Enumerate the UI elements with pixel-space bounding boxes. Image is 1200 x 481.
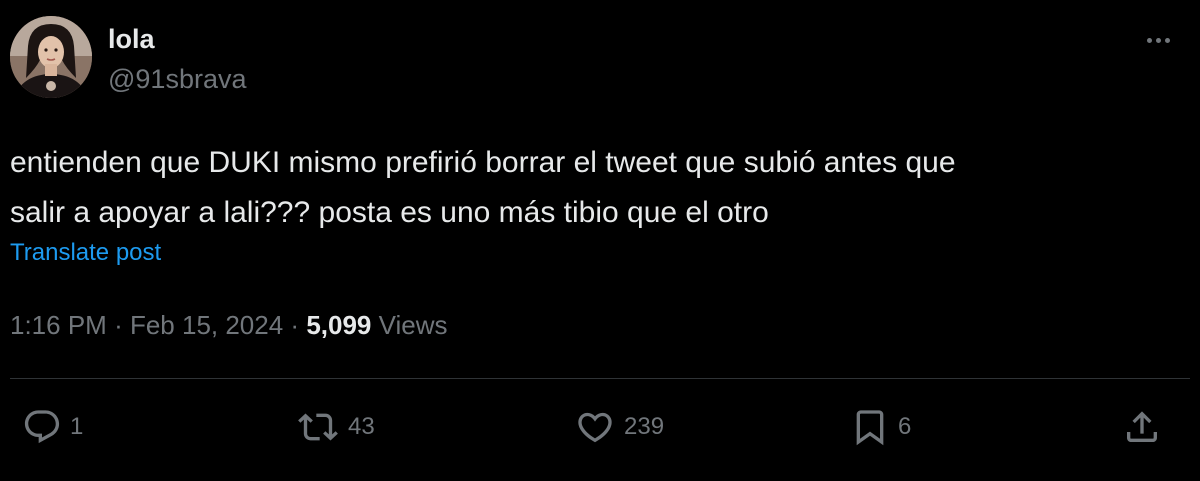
like-count: 239 [624, 413, 665, 440]
user-handle[interactable]: @91sbrava [108, 62, 246, 96]
like-button[interactable]: 239 [574, 407, 664, 447]
tweet-meta: 1:16 PM · Feb 15, 2024 · 5,099 Views [10, 308, 448, 342]
repost-count: 43 [348, 413, 375, 440]
tweet-text: entienden que DUKI mismo prefirió borrar… [10, 138, 1180, 238]
share-upload-icon [1127, 411, 1157, 442]
display-name[interactable]: lola [108, 22, 155, 56]
avatar[interactable] [10, 16, 92, 98]
bookmark-icon [856, 410, 884, 446]
bookmark-button[interactable]: 6 [850, 407, 911, 447]
reply-button[interactable]: 1 [22, 407, 83, 447]
meta-separator: · [290, 310, 307, 340]
repost-button[interactable]: 43 [296, 407, 375, 447]
bookmark-count: 6 [898, 413, 912, 440]
views-count[interactable]: 5,099 [306, 310, 378, 340]
repost-arrows-icon [298, 413, 338, 441]
tweet-date[interactable]: Feb 15, 2024 [130, 310, 283, 340]
more-dots-icon [1155, 37, 1161, 43]
share-button[interactable] [1122, 407, 1162, 447]
meta-separator: · [114, 310, 130, 340]
more-dots-icon [1146, 37, 1152, 43]
tweet-card: lola @91sbrava entienden que DUKI mismo … [0, 0, 1200, 481]
tweet-time[interactable]: 1:16 PM [10, 310, 107, 340]
more-options-button[interactable] [1138, 28, 1178, 52]
tweet-text-line: entienden que DUKI mismo prefirió borrar… [10, 146, 956, 179]
divider [10, 378, 1190, 379]
reply-bubble-icon [24, 410, 60, 444]
translate-post-link[interactable]: Translate post [10, 238, 161, 268]
heart-icon [578, 412, 612, 443]
reply-count: 1 [70, 413, 84, 440]
tweet-text-line: salir a apoyar a lali??? posta es uno má… [10, 196, 769, 229]
avatar-image [10, 16, 92, 98]
views-label: Views [378, 310, 448, 340]
more-dots-icon [1164, 37, 1170, 43]
